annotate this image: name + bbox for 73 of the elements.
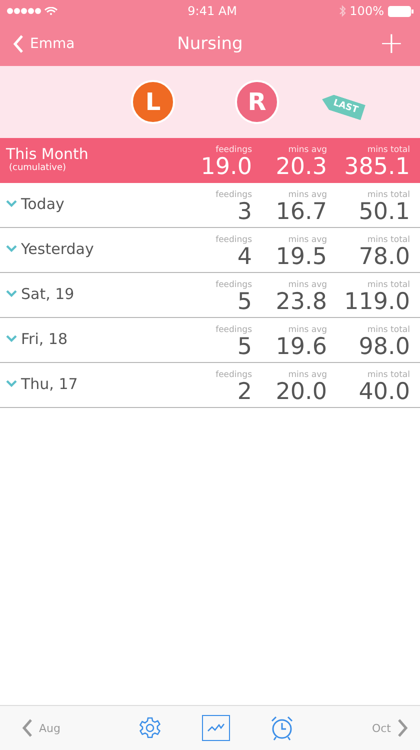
summary-title: This Month bbox=[6, 144, 90, 162]
day-label: Yesterday bbox=[21, 240, 94, 258]
settings-icon bbox=[138, 716, 162, 740]
day-label: Today bbox=[21, 194, 64, 212]
stat-label: mins avg bbox=[288, 146, 327, 155]
summary-subtitle: (cumulative) bbox=[8, 162, 68, 172]
status-time: 9:41 AM bbox=[188, 4, 237, 18]
stat-value: 23.8 bbox=[276, 290, 327, 314]
next-month-button[interactable]: Oct bbox=[372, 719, 408, 737]
line-chart-icon bbox=[207, 723, 226, 733]
left-side-button[interactable]: L bbox=[131, 80, 175, 124]
stat-label: feedings bbox=[216, 370, 252, 380]
chevron-down-icon bbox=[6, 245, 17, 252]
day-label: Fri, 18 bbox=[21, 330, 68, 348]
battery-icon bbox=[388, 6, 414, 16]
back-button[interactable]: Emma bbox=[12, 34, 75, 54]
add-button[interactable]: + bbox=[374, 29, 408, 59]
chevron-down-icon bbox=[6, 200, 17, 207]
stat-value: 20.3 bbox=[276, 154, 327, 179]
chevron-down-icon bbox=[6, 290, 17, 297]
previous-month-button[interactable]: Aug bbox=[22, 719, 60, 737]
stat-label: mins total bbox=[367, 370, 410, 380]
stat-label: feedings bbox=[216, 190, 252, 200]
stat-value: 2 bbox=[237, 380, 252, 404]
day-label: Sat, 19 bbox=[21, 284, 74, 302]
stat-label: mins avg bbox=[288, 236, 327, 245]
stat-value: 4 bbox=[237, 244, 252, 269]
day-row[interactable]: Thu, 17 feedings 2 mins avg 20.0 mins total 40.0 bbox=[0, 363, 420, 408]
signal-icon bbox=[6, 7, 58, 15]
stat-label: feedings bbox=[216, 146, 252, 155]
back-label: Emma bbox=[30, 36, 75, 52]
stat-label: mins avg bbox=[288, 190, 327, 200]
chevron-down-icon bbox=[6, 380, 17, 387]
stat-value: 385.1 bbox=[344, 154, 410, 179]
battery-percent: 100% bbox=[350, 4, 384, 18]
right-chevron-icon bbox=[396, 719, 408, 737]
stat-label: mins total bbox=[367, 236, 410, 245]
alarm-clock-icon bbox=[270, 715, 294, 741]
stat-label: mins total bbox=[367, 190, 410, 200]
nav-title: Nursing bbox=[177, 34, 243, 54]
back-chevron-icon bbox=[12, 34, 24, 54]
stat-label: mins avg bbox=[288, 370, 327, 380]
stat-value: 40.0 bbox=[358, 380, 410, 404]
day-row[interactable]: Yesterday feedings 4 mins avg 19.5 mins total 78.0 bbox=[0, 228, 420, 273]
stat-value: 5 bbox=[237, 334, 252, 359]
day-row[interactable]: Today feedings 3 mins avg 16.7 mins total 50.1 bbox=[0, 183, 420, 228]
stat-value: 16.7 bbox=[276, 200, 327, 224]
stat-label: feedings bbox=[216, 326, 252, 335]
stat-label: mins total bbox=[367, 326, 410, 335]
stat-value: 5 bbox=[237, 290, 252, 314]
stat-value: 50.1 bbox=[358, 200, 410, 224]
stat-value: 19.6 bbox=[276, 334, 327, 359]
stat-value: 3 bbox=[237, 200, 252, 224]
chart-button[interactable] bbox=[202, 715, 230, 741]
left-chevron-icon bbox=[22, 719, 33, 737]
day-row[interactable]: Sat, 19 feedings 5 mins avg 23.8 mins total 119.0 bbox=[0, 273, 420, 318]
stat-value: 98.0 bbox=[358, 334, 410, 359]
stat-label: mins total bbox=[367, 280, 410, 290]
stat-label: mins total bbox=[367, 146, 410, 155]
stat-label: mins avg bbox=[288, 280, 327, 290]
stat-label: mins avg bbox=[288, 326, 327, 335]
chevron-down-icon bbox=[6, 335, 17, 342]
right-side-button[interactable]: R bbox=[235, 80, 279, 124]
bluetooth-icon bbox=[338, 5, 346, 17]
day-row[interactable]: Fri, 18 feedings 5 mins avg 19.6 mins total 98.0 bbox=[0, 318, 420, 363]
stat-value: 119.0 bbox=[344, 290, 410, 314]
stat-label: feedings bbox=[216, 280, 252, 290]
stat-label: feedings bbox=[216, 236, 252, 245]
stat-value: 78.0 bbox=[358, 244, 410, 269]
day-label: Thu, 17 bbox=[21, 374, 78, 392]
stat-value: 20.0 bbox=[276, 380, 327, 404]
stat-value: 19.0 bbox=[200, 154, 252, 179]
stat-value: 19.5 bbox=[276, 244, 327, 269]
